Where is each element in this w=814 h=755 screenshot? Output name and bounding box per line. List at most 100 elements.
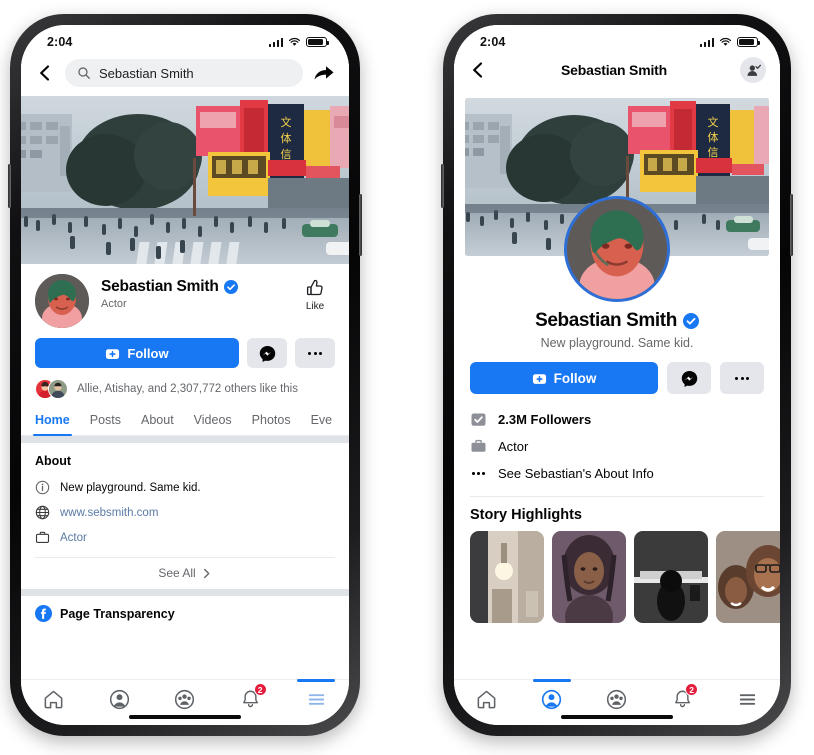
cover-photo-wrapper: 文 体 信 DAYS: [454, 98, 780, 302]
info-row-category[interactable]: Actor: [470, 433, 764, 460]
about-row-website-text: www.sebsmith.com: [60, 506, 159, 519]
profile-name-line: Sebastian Smith: [101, 278, 295, 296]
about-row-bio[interactable]: New playground. Same kid.: [35, 475, 335, 500]
status-indicators: [268, 36, 330, 48]
facebook-logo-icon: [35, 605, 52, 622]
message-button[interactable]: [247, 338, 287, 368]
tab-posts[interactable]: Posts: [90, 409, 121, 435]
profile-actions: Follow: [454, 350, 780, 394]
nav-notifications[interactable]: 2: [661, 683, 703, 714]
left-scroll-body[interactable]: Sebastian Smith 文 体 信 Sebastian Smith Ac…: [21, 55, 349, 679]
svg-text:文: 文: [281, 115, 292, 129]
nav-profile[interactable]: [98, 684, 140, 714]
groups-icon: [175, 689, 195, 709]
chevron-left-icon[interactable]: [468, 60, 488, 80]
story-highlight-item[interactable]: [634, 531, 708, 623]
tab-photos[interactable]: Photos: [252, 409, 291, 435]
add-friend-button[interactable]: [740, 57, 766, 83]
cellular-bars-icon: [699, 37, 714, 48]
add-friend-icon: [747, 64, 761, 76]
see-all-button[interactable]: See All: [35, 557, 335, 589]
nav-profile[interactable]: [531, 679, 573, 714]
status-clock: 2:04: [47, 35, 73, 49]
profile-info-list: 2.3M Followers Actor See Sebastian's Abo…: [454, 394, 780, 487]
nav-menu[interactable]: [295, 679, 337, 714]
battery-icon: [737, 36, 761, 48]
battery-icon: [306, 36, 330, 48]
status-indicators: [699, 36, 761, 48]
home-indicator: [561, 715, 673, 719]
story-thumbnail-room: [470, 531, 544, 623]
cover-photo[interactable]: 文 体 信 DAYS: [21, 96, 349, 264]
tab-videos[interactable]: Videos: [194, 409, 232, 435]
about-card-title: About: [35, 454, 72, 468]
like-button[interactable]: Like: [295, 274, 335, 312]
verified-badge-icon: [682, 313, 699, 329]
status-bar: 2:04: [21, 25, 349, 55]
right-phone-screen: 2:04 Sebastian Smith 文 体 信 Sebastian Smi…: [454, 25, 780, 725]
tab-about[interactable]: About: [141, 409, 174, 435]
search-input-value: Sebastian Smith: [99, 65, 194, 81]
groups-icon: [607, 689, 627, 709]
briefcase-icon: [471, 439, 486, 452]
right-phone-device: 2:04 Sebastian Smith 文 体 信 Sebastian Smi…: [441, 14, 793, 736]
follow-button[interactable]: Follow: [35, 338, 239, 368]
profile-circle-icon: [109, 689, 129, 709]
info-row-about-text: See Sebastian's About Info: [498, 466, 654, 481]
story-highlights-title: Story Highlights: [470, 507, 582, 523]
info-row-followers-text: 2.3M Followers: [498, 412, 592, 427]
page-transparency-label: Page Transparency: [60, 606, 175, 621]
about-row-website[interactable]: www.sebsmith.com: [35, 500, 335, 525]
home-indicator: [129, 715, 241, 719]
nav-home[interactable]: [466, 684, 508, 714]
nav-notifications[interactable]: 2: [230, 683, 272, 714]
follow-plus-icon: [532, 373, 546, 384]
about-row-category[interactable]: Actor: [35, 525, 335, 550]
follow-button[interactable]: Follow: [470, 362, 658, 394]
search-input[interactable]: Sebastian Smith: [65, 59, 303, 87]
nav-header: Sebastian Smith: [454, 55, 780, 92]
nav-home[interactable]: [33, 684, 75, 714]
profile-circle-icon: [542, 689, 562, 709]
nav-groups[interactable]: [596, 684, 638, 714]
page-transparency-row[interactable]: Page Transparency: [21, 596, 349, 628]
more-options-button[interactable]: [720, 362, 764, 394]
nav-menu[interactable]: [726, 684, 768, 714]
followers-check-icon: [471, 413, 486, 426]
nav-groups[interactable]: [164, 684, 206, 714]
tab-events[interactable]: Eve: [311, 409, 333, 435]
share-arrow-icon[interactable]: [313, 63, 335, 83]
wifi-icon: [288, 38, 301, 46]
notification-badge: 2: [685, 683, 699, 696]
avatar-image: [35, 274, 89, 328]
more-dots-icon: [470, 465, 487, 482]
home-icon: [477, 690, 496, 708]
section-divider: [21, 589, 349, 596]
social-proof-row[interactable]: Allie, Atishay, and 2,307,772 others lik…: [21, 368, 349, 409]
messenger-icon: [259, 345, 275, 362]
status-bar: 2:04: [454, 25, 780, 55]
story-highlight-item[interactable]: [470, 531, 544, 623]
profile-bio: New playground. Same kid.: [540, 336, 694, 350]
avatar[interactable]: [564, 196, 670, 302]
svg-text:信: 信: [281, 148, 292, 161]
home-icon: [44, 690, 63, 708]
hamburger-menu-icon: [739, 693, 756, 705]
info-row-about[interactable]: See Sebastian's About Info: [470, 460, 764, 487]
nav-header-title: Sebastian Smith: [561, 62, 667, 78]
story-highlight-item[interactable]: [552, 531, 626, 623]
story-thumbnail-friends: [716, 531, 780, 623]
story-highlight-item[interactable]: [716, 531, 780, 623]
story-highlights-list[interactable]: [454, 531, 780, 623]
messenger-icon: [681, 370, 697, 387]
info-row-followers[interactable]: 2.3M Followers: [470, 406, 764, 433]
profile-summary: Sebastian Smith Actor Like: [21, 264, 349, 328]
chevron-left-icon[interactable]: [35, 63, 55, 83]
avatar[interactable]: [35, 274, 89, 328]
about-row-bio-text: New playground. Same kid.: [60, 481, 201, 494]
right-scroll-body[interactable]: Sebastian Smith 文 体 信 Sebastian Smith Ne…: [454, 55, 780, 679]
more-options-button[interactable]: [295, 338, 335, 368]
notification-badge: 2: [253, 683, 267, 696]
message-button[interactable]: [667, 362, 711, 394]
tab-home[interactable]: Home: [33, 409, 72, 436]
